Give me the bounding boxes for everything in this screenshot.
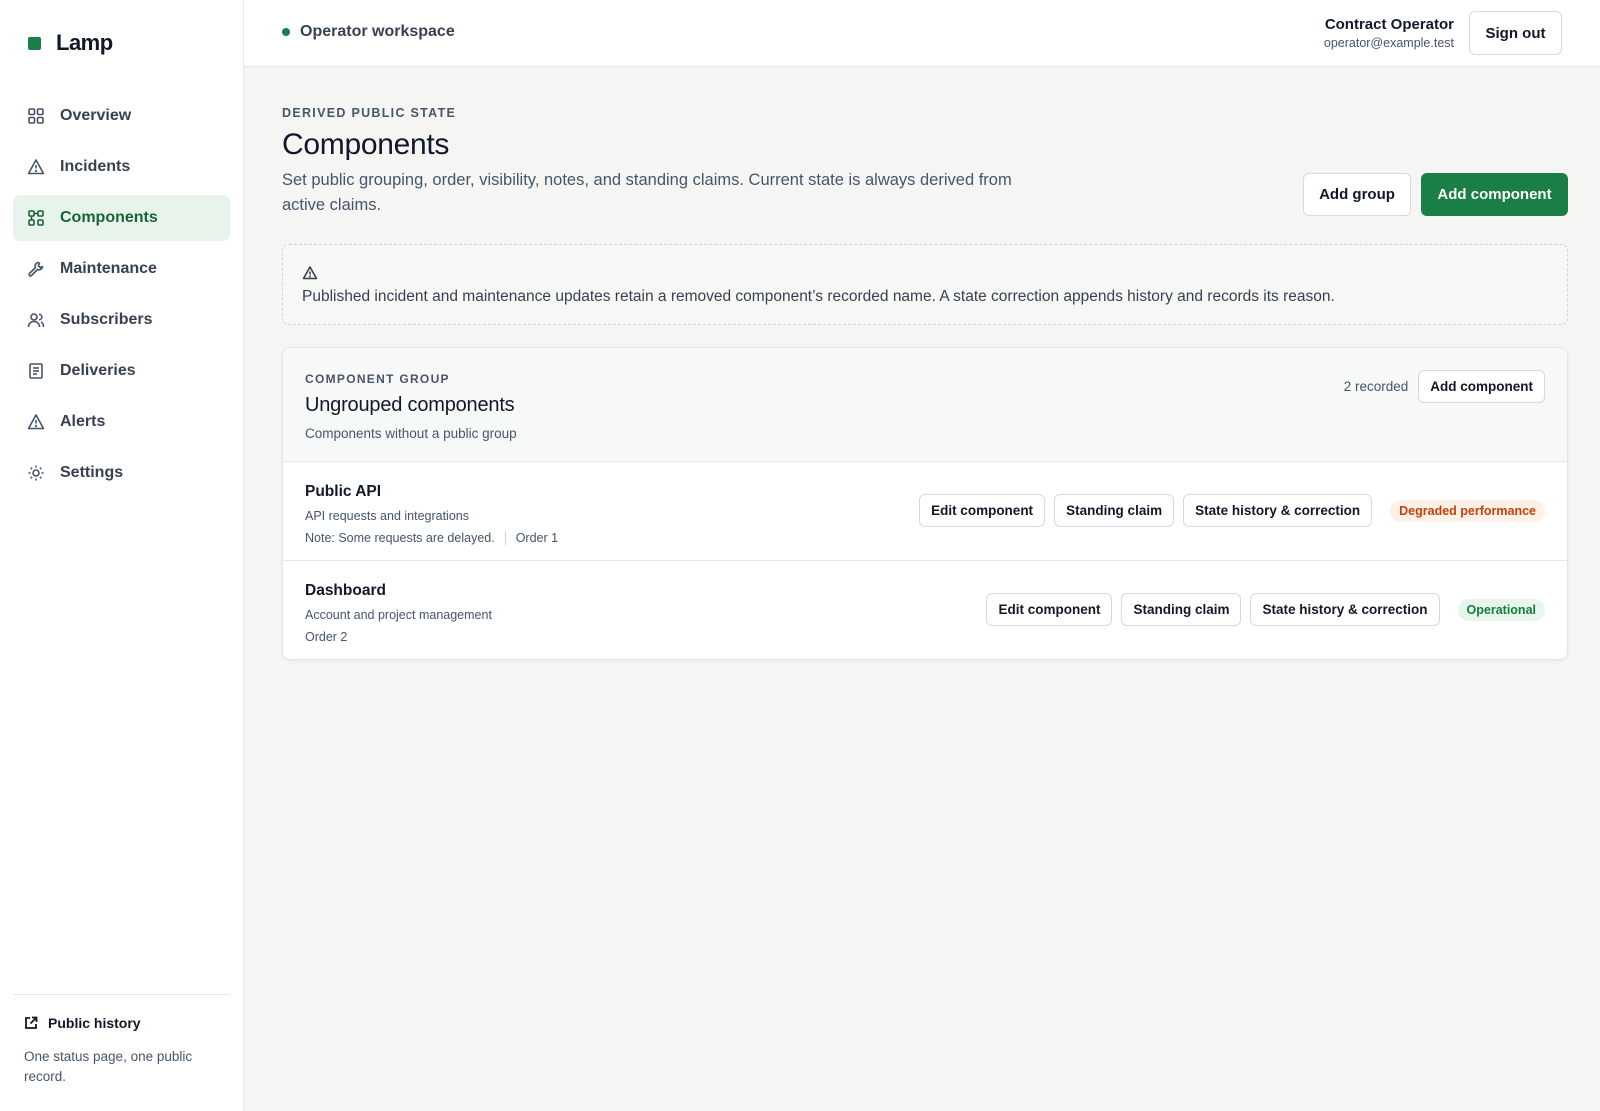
wrench-icon (27, 260, 45, 278)
sidebar-item-subscribers[interactable]: Subscribers (13, 297, 230, 343)
user-info: Contract Operator operator@example.test (1324, 16, 1454, 50)
standing-claim-button[interactable]: Standing claim (1121, 593, 1242, 626)
users-icon (27, 311, 45, 329)
page-title: Components (282, 128, 450, 161)
warning-icon (27, 158, 45, 176)
component-row: Dashboard Account and project management… (283, 561, 1567, 659)
workspace-indicator: Operator workspace (282, 23, 455, 41)
notice-banner: Published incident and maintenance updat… (282, 244, 1568, 325)
public-history-label: Public history (48, 1015, 141, 1031)
meta-divider (504, 531, 506, 545)
page-actions: Add group Add component (1303, 173, 1568, 216)
component-actions: Edit component Standing claim State hist… (986, 593, 1545, 626)
user-name: Contract Operator (1324, 16, 1454, 33)
component-order: Order 1 (515, 531, 559, 545)
topbar: Operator workspace Contract Operator ope… (244, 0, 1600, 67)
status-dot-icon (282, 28, 290, 36)
user-email: operator@example.test (1323, 36, 1454, 50)
main-area: Operator workspace Contract Operator ope… (244, 0, 1600, 1111)
sidebar-item-components[interactable]: Components (13, 195, 230, 241)
component-meta: Order 2 (305, 630, 1545, 644)
sidebar-item-maintenance[interactable]: Maintenance (13, 246, 230, 292)
sidebar-item-incidents[interactable]: Incidents (13, 144, 230, 190)
component-meta: Note: Some requests are delayed. Order 1 (305, 531, 1545, 545)
sidebar-item-label: Settings (60, 464, 124, 481)
group-header: COMPONENT GROUP Ungrouped components Com… (283, 348, 1567, 462)
sidebar-item-label: Overview (60, 107, 132, 124)
component-actions: Edit component Standing claim State hist… (919, 494, 1545, 527)
sidebar-item-alerts[interactable]: Alerts (13, 399, 230, 445)
sidebar-item-label: Alerts (60, 413, 106, 430)
group-add-component-button[interactable]: Add component (1418, 370, 1545, 403)
component-order: Order 2 (305, 630, 348, 644)
page-eyebrow: DERIVED PUBLIC STATE (282, 106, 457, 120)
brand-name: Lamp (56, 30, 113, 55)
group-description: Components without a public group (305, 426, 517, 441)
add-component-button[interactable]: Add component (1421, 173, 1568, 216)
component-row: Public API API requests and integrations… (283, 462, 1567, 561)
page-description: Set public grouping, order, visibility, … (282, 171, 1012, 214)
sidebar-footer: Public history One status page, one publ… (13, 994, 230, 1087)
warning-icon (27, 413, 45, 431)
sidebar-item-label: Components (60, 209, 158, 226)
notice-text: Published incident and maintenance updat… (302, 288, 1335, 305)
add-group-button[interactable]: Add group (1303, 173, 1411, 216)
sidebar: Lamp Overview Incidents Components Maint… (0, 0, 244, 1111)
warning-icon (302, 265, 1548, 286)
recorded-count: 2 recorded (1343, 379, 1409, 394)
external-link-icon (25, 1016, 38, 1029)
component-group: COMPONENT GROUP Ungrouped components Com… (282, 347, 1568, 660)
status-badge: Degraded performance (1390, 499, 1545, 522)
state-history-button[interactable]: State history & correction (1250, 593, 1440, 626)
standing-claim-button[interactable]: Standing claim (1054, 494, 1175, 527)
brand-logo-icon (28, 36, 41, 50)
sidebar-item-label: Subscribers (60, 311, 153, 328)
sidebar-nav: Overview Incidents Components Maintenanc… (13, 93, 230, 501)
sign-out-button[interactable]: Sign out (1469, 11, 1562, 55)
grid-icon (27, 107, 45, 125)
public-history-link[interactable]: Public history (24, 1015, 219, 1031)
sidebar-item-overview[interactable]: Overview (13, 93, 230, 139)
document-icon (27, 362, 45, 380)
sun-gear-icon (27, 464, 45, 482)
sidebar-item-label: Deliveries (60, 362, 136, 379)
workspace-label: Operator workspace (300, 23, 455, 40)
sidebar-item-deliveries[interactable]: Deliveries (13, 348, 230, 394)
status-badge: Operational (1457, 598, 1545, 621)
edit-component-button[interactable]: Edit component (919, 494, 1046, 527)
sidebar-item-label: Incidents (60, 158, 131, 175)
brand[interactable]: Lamp (28, 30, 113, 56)
component-note: Note: Some requests are delayed. (305, 531, 495, 545)
components-icon (27, 209, 45, 227)
page-content: DERIVED PUBLIC STATE Components Set publ… (282, 106, 1568, 660)
edit-component-button[interactable]: Edit component (986, 593, 1113, 626)
public-history-description: One status page, one public record. (24, 1049, 193, 1084)
group-actions: 2 recorded Add component (1344, 370, 1545, 403)
state-history-button[interactable]: State history & correction (1183, 494, 1373, 527)
sidebar-item-settings[interactable]: Settings (13, 450, 230, 496)
sidebar-item-label: Maintenance (60, 260, 157, 277)
